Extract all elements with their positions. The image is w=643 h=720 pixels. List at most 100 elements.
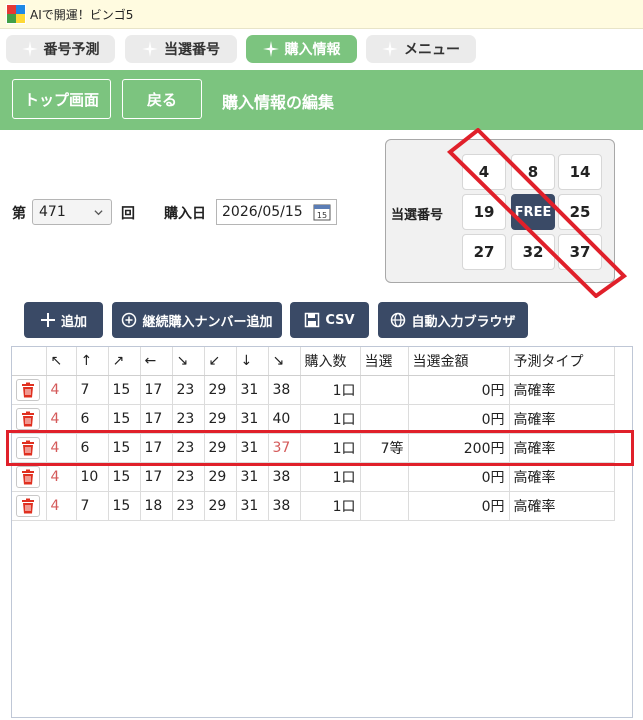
tab-number-prediction[interactable]: 番号予測 bbox=[6, 35, 115, 63]
purchase-table-container[interactable]: ↖ ↑ ↗ ← ↘ ↙ ↓ ↘ 購入数 当選 当選金額 予測タイプ 4 7 15… bbox=[11, 346, 633, 718]
column-header: 当選 bbox=[360, 347, 409, 376]
column-header: 購入数 bbox=[300, 347, 361, 376]
winning-number-cell: 4 bbox=[462, 154, 506, 190]
prize-amount-cell: 0円 bbox=[408, 375, 510, 405]
prize-rank-cell bbox=[360, 404, 409, 434]
number-cell: 29 bbox=[204, 491, 237, 521]
number-cell: 4 bbox=[46, 404, 77, 434]
csv-button[interactable]: CSV bbox=[290, 302, 369, 338]
delete-cell bbox=[12, 404, 47, 434]
delete-button[interactable] bbox=[16, 465, 40, 488]
purchase-count-cell: 1口 bbox=[300, 491, 361, 521]
number-cell: 38 bbox=[268, 375, 301, 405]
number-cell: 31 bbox=[236, 462, 269, 492]
round-value: 471 bbox=[39, 204, 66, 220]
plus-icon bbox=[40, 313, 55, 327]
number-cell: 4 bbox=[46, 375, 77, 405]
number-cell: 17 bbox=[140, 433, 173, 463]
purchase-count-cell: 1口 bbox=[300, 433, 361, 463]
number-cell: 29 bbox=[204, 375, 237, 405]
table-row-winning[interactable]: 4 6 15 17 23 29 31 37 1口 7等 200円 高確率 bbox=[12, 433, 615, 463]
prize-amount-cell: 0円 bbox=[408, 491, 510, 521]
tab-label: 番号予測 bbox=[43, 42, 100, 58]
purchase-date-input[interactable]: 2026/05/15 15 bbox=[216, 199, 337, 225]
number-cell: 17 bbox=[140, 462, 173, 492]
tab-winning-numbers[interactable]: 当選番号 bbox=[125, 35, 237, 63]
prize-rank-cell: 7等 bbox=[360, 433, 409, 463]
number-cell: 4 bbox=[46, 491, 77, 521]
column-header: ↖ bbox=[46, 347, 77, 376]
column-header: ↑ bbox=[76, 347, 109, 376]
number-cell: 37 bbox=[268, 433, 301, 463]
column-header: ← bbox=[140, 347, 173, 376]
save-icon bbox=[305, 312, 320, 328]
delete-button[interactable] bbox=[16, 407, 40, 430]
number-cell: 7 bbox=[76, 375, 109, 405]
round-prefix-label: 第 bbox=[12, 206, 26, 222]
round-suffix-label: 回 bbox=[121, 206, 135, 222]
winning-numbers-label: 当選番号 bbox=[391, 208, 444, 223]
number-cell: 10 bbox=[76, 462, 109, 492]
window-title: AIで開運！ビンゴ5 bbox=[30, 8, 134, 22]
number-cell: 6 bbox=[76, 433, 109, 463]
number-cell: 17 bbox=[140, 404, 173, 434]
delete-cell bbox=[12, 491, 47, 521]
trash-icon bbox=[22, 382, 34, 397]
table-row[interactable]: 4 6 15 17 23 29 31 40 1口 0円 高確率 bbox=[12, 404, 615, 434]
sparkle-icon bbox=[262, 41, 279, 57]
tab-purchase-info[interactable]: 購入情報 bbox=[246, 35, 357, 63]
continuous-add-button[interactable]: 継続購入ナンバー追加 bbox=[112, 302, 282, 338]
number-cell: 15 bbox=[108, 491, 141, 521]
delete-button[interactable] bbox=[16, 494, 40, 517]
table-row[interactable]: 4 7 15 18 23 29 31 38 1口 0円 高確率 bbox=[12, 491, 615, 521]
delete-button[interactable] bbox=[16, 436, 40, 459]
number-cell: 15 bbox=[108, 404, 141, 434]
number-cell: 29 bbox=[204, 404, 237, 434]
prize-rank-cell bbox=[360, 462, 409, 492]
add-button[interactable]: 追加 bbox=[24, 302, 103, 338]
prediction-type-cell: 高確率 bbox=[509, 404, 615, 434]
number-cell: 29 bbox=[204, 433, 237, 463]
auto-input-browser-label: 自動入力ブラウザ bbox=[411, 314, 516, 330]
purchase-count-cell: 1口 bbox=[300, 404, 361, 434]
table-row[interactable]: 4 7 15 17 23 29 31 38 1口 0円 高確率 bbox=[12, 375, 615, 405]
auto-input-browser-button[interactable]: 自動入力ブラウザ bbox=[378, 302, 528, 338]
winning-number-cell: 19 bbox=[462, 194, 506, 230]
prize-amount-cell: 0円 bbox=[408, 462, 510, 492]
delete-button[interactable] bbox=[16, 378, 40, 401]
number-cell: 4 bbox=[46, 433, 77, 463]
table-row[interactable]: 4 10 15 17 23 29 31 38 1口 0円 高確率 bbox=[12, 462, 615, 492]
number-cell: 23 bbox=[172, 491, 205, 521]
column-header: ↘ bbox=[268, 347, 301, 376]
purchase-table: ↖ ↑ ↗ ← ↘ ↙ ↓ ↘ 購入数 当選 当選金額 予測タイプ 4 7 15… bbox=[12, 347, 615, 521]
column-header: 当選金額 bbox=[408, 347, 510, 376]
number-cell: 31 bbox=[236, 433, 269, 463]
trash-icon bbox=[22, 440, 34, 455]
winning-number-cell: 25 bbox=[558, 194, 602, 230]
globe-icon bbox=[391, 312, 406, 328]
number-cell: 17 bbox=[140, 375, 173, 405]
tab-label: 購入情報 bbox=[284, 42, 341, 58]
winning-number-cell: 27 bbox=[462, 234, 506, 270]
prize-rank-cell bbox=[360, 375, 409, 405]
round-select[interactable]: 471 bbox=[32, 199, 112, 225]
add-button-label: 追加 bbox=[60, 314, 87, 330]
number-cell: 23 bbox=[172, 433, 205, 463]
prize-amount-cell: 0円 bbox=[408, 404, 510, 434]
app-logo-icon bbox=[6, 4, 26, 24]
winning-number-cell: 37 bbox=[558, 234, 602, 270]
number-cell: 31 bbox=[236, 491, 269, 521]
number-cell: 15 bbox=[108, 375, 141, 405]
top-screen-button[interactable]: トップ画面 bbox=[12, 79, 111, 119]
number-cell: 15 bbox=[108, 462, 141, 492]
trash-icon bbox=[22, 411, 34, 426]
calendar-icon[interactable]: 15 bbox=[313, 203, 331, 221]
number-cell: 31 bbox=[236, 404, 269, 434]
tab-menu[interactable]: メニュー bbox=[366, 35, 476, 63]
tab-label: 当選番号 bbox=[164, 42, 220, 58]
winning-number-cell: 14 bbox=[558, 154, 602, 190]
sparkle-icon bbox=[382, 41, 398, 57]
number-cell: 6 bbox=[76, 404, 109, 434]
sparkle-icon bbox=[142, 41, 158, 57]
back-button[interactable]: 戻る bbox=[122, 79, 202, 119]
